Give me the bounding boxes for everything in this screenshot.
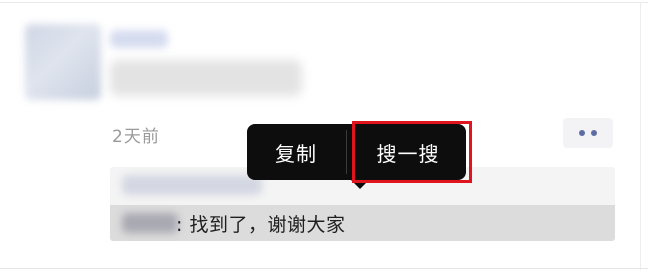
username-redacted[interactable]: [110, 30, 168, 48]
more-dots-icon: [579, 130, 585, 136]
post-content-redacted: [110, 60, 302, 96]
avatar[interactable]: [25, 24, 101, 100]
comment-text[interactable]: : 找到了，谢谢大家: [176, 210, 345, 237]
menu-divider: [346, 130, 347, 174]
right-divider: [640, 2, 641, 270]
moments-feed-item: 2天前 : 找到了，谢谢大家 复制 搜一搜: [0, 0, 648, 276]
copy-menu-item[interactable]: 复制: [247, 124, 345, 180]
top-divider: [0, 2, 648, 3]
commenter-name-redacted[interactable]: [122, 213, 178, 233]
reply-quote-redacted: [122, 175, 262, 195]
post-timestamp: 2天前: [112, 127, 160, 147]
bottom-divider: [0, 268, 648, 269]
context-menu: 复制 搜一搜: [247, 124, 466, 180]
search-menu-item[interactable]: 搜一搜: [350, 124, 466, 180]
more-dots-icon: [591, 130, 597, 136]
more-actions-button[interactable]: [563, 118, 613, 148]
popup-arrow-icon: [351, 180, 369, 189]
